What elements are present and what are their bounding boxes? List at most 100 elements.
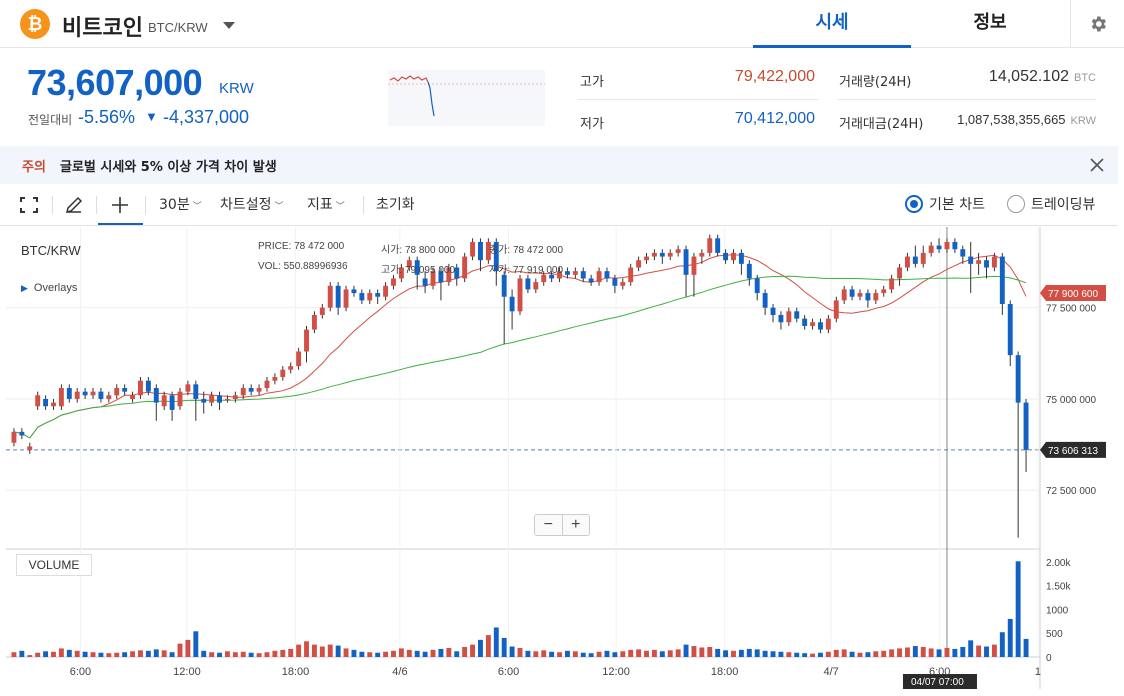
candle-body [509, 296, 515, 312]
bitcoin-icon: ₿ [20, 9, 50, 39]
volume-bar [628, 649, 634, 657]
radio-basic-chart[interactable] [905, 195, 923, 213]
coin-name[interactable]: 비트코인 [62, 10, 143, 42]
volume-tick-label: 2.00k [1046, 558, 1071, 569]
candle-body [849, 289, 855, 297]
candle-body [98, 391, 104, 399]
radio-tradingview[interactable] [1007, 195, 1025, 213]
volume-bar [414, 650, 420, 657]
change-amount: -4,337,000 [163, 107, 250, 127]
legend-close-value: 78 472 000 [512, 245, 564, 256]
volume-series [11, 561, 1029, 657]
candle-body [818, 322, 823, 330]
volume-bar [11, 652, 17, 657]
candle-body [90, 391, 96, 396]
volume-bar [604, 650, 610, 657]
candle-body [256, 388, 262, 392]
volume-bar [715, 648, 721, 657]
crosshair-icon[interactable] [111, 196, 129, 214]
zoom-out-button[interactable]: − [535, 515, 563, 535]
tab-quote[interactable]: 시세 [753, 0, 911, 48]
legend-open: 시가: 78 800 000 [381, 241, 455, 256]
amount-unit: KRW [1070, 115, 1096, 127]
caret-down-icon[interactable] [221, 19, 237, 31]
candle-body [343, 289, 349, 308]
time-tick-label: 18:00 [282, 666, 310, 678]
interval-dropdown[interactable]: 30분 ﹀ [159, 194, 202, 214]
chart-axes: 77 500 000 75 000 000 72 500 000 2.00k 1.50k… [70, 285, 1106, 689]
notice-text: 글로벌 시세와 5% 이상 가격 차이 발생 [60, 160, 277, 175]
candle-body [731, 252, 736, 261]
candle-body [161, 395, 167, 407]
volume-bar [462, 647, 468, 657]
candle-body [786, 311, 792, 323]
candle-body [351, 289, 357, 294]
volume-bar [557, 652, 562, 657]
price-tick-label: 72 500 000 [1046, 486, 1096, 497]
reset-button[interactable]: 초기화 [376, 194, 415, 214]
volume-bar [106, 653, 112, 657]
candle-body [651, 252, 657, 257]
candle-body [778, 314, 784, 323]
settings-button[interactable] [1070, 0, 1124, 48]
chevron-down-icon: ﹀ [192, 202, 202, 212]
volume-bar [485, 635, 491, 657]
candle-body [43, 398, 49, 407]
indicators-dropdown[interactable]: 지표 ﹀ [307, 194, 345, 214]
candle-body [810, 322, 816, 326]
candle-body [145, 380, 151, 392]
volume-bar [58, 648, 64, 657]
triangle-right-icon: ▶ [21, 283, 28, 293]
candle-body [825, 318, 831, 330]
candle-body [359, 293, 365, 301]
zoom-in-button[interactable]: + [563, 515, 590, 535]
volume-bar [217, 652, 222, 657]
candle-body [683, 249, 689, 275]
candle-body [865, 293, 871, 301]
candle-body [580, 271, 586, 279]
volume-bar [810, 653, 816, 657]
last-price-badge: 73 606 313 [1040, 441, 1106, 458]
candle-body [462, 256, 468, 279]
basic-chart-label[interactable]: 기본 차트 [929, 194, 985, 214]
fullscreen-icon[interactable] [19, 196, 39, 214]
chart-settings-dropdown[interactable]: 차트설정 ﹀ [220, 194, 284, 214]
tab-info[interactable]: 정보 [911, 0, 1069, 48]
badge-label: 04/07 07:00 [911, 677, 964, 688]
chart-canvas[interactable]: 77 500 000 75 000 000 72 500 000 2.00k 1.50k… [4, 227, 1118, 689]
candle-body [564, 271, 570, 275]
candle-body [928, 245, 934, 253]
volume-bar [359, 651, 365, 657]
legend-low: 저가: 77 919 000 [489, 261, 563, 276]
price-chart[interactable]: 77 500 000 75 000 000 72 500 000 2.00k 1.50k… [4, 227, 1118, 689]
volume-bar [889, 649, 895, 657]
volume-bar [272, 650, 278, 657]
volume-panel-label[interactable]: VOLUME [16, 554, 92, 576]
volume-bar [288, 648, 294, 657]
chevron-down-icon: ﹀ [335, 202, 345, 212]
volume-bar [114, 652, 120, 657]
tradingview-label[interactable]: 트레이딩뷰 [1031, 194, 1095, 214]
divider [96, 196, 97, 214]
volume-bar [857, 652, 863, 657]
candle-body [628, 267, 634, 283]
volume-bar [612, 652, 618, 657]
notice-tag: 주의 [22, 160, 46, 175]
coin-pair[interactable]: BTC/KRW [148, 20, 208, 35]
candle-body [240, 388, 246, 396]
candle-body [422, 278, 428, 286]
legend-close-label: 종가: [489, 245, 511, 256]
volume-bar [707, 647, 713, 657]
candle-body [130, 395, 136, 399]
close-icon[interactable] [1086, 154, 1108, 176]
legend-close: 종가: 78 472 000 [489, 241, 563, 256]
candle-body [897, 267, 902, 279]
candle-body [58, 388, 64, 407]
overlays-toggle[interactable]: ▶ Overlays [21, 282, 77, 294]
legend-high-label: 고가: [381, 265, 403, 276]
gear-icon [1091, 16, 1106, 32]
candle-body [794, 311, 800, 319]
pencil-icon[interactable] [64, 195, 84, 215]
volume-bar [754, 649, 760, 657]
volume-bar [66, 649, 72, 657]
